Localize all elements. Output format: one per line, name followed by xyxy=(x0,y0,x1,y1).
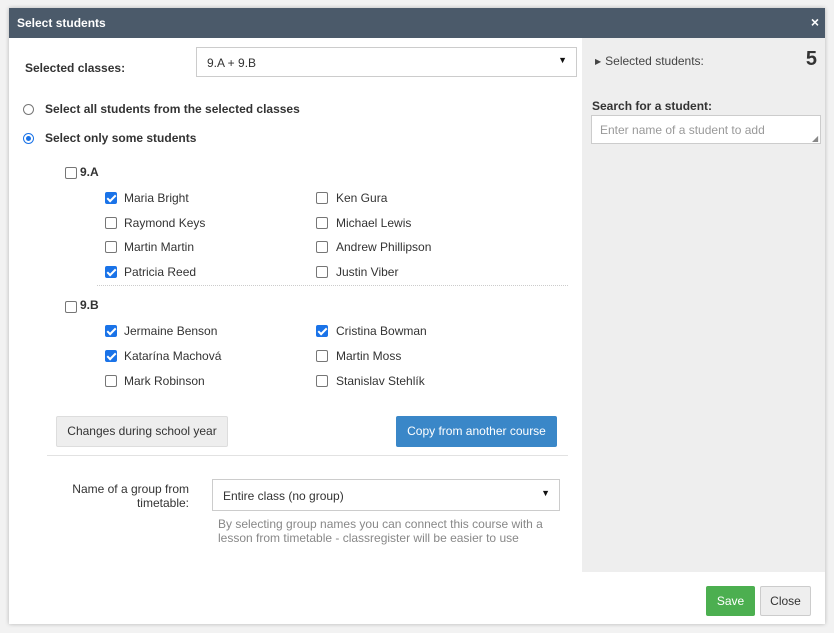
caret-down-icon: ▼ xyxy=(558,55,567,65)
select-all-label: Select all students from the selected cl… xyxy=(45,102,300,116)
class-label-9b: 9.B xyxy=(80,298,99,312)
student-label: Justin Viber xyxy=(336,265,399,279)
student-checkbox[interactable] xyxy=(105,217,117,229)
student-checkbox[interactable] xyxy=(316,325,328,337)
student-label: Andrew Phillipson xyxy=(336,240,432,254)
selected-classes-select[interactable]: 9.A + 9.B ▼ xyxy=(196,47,577,77)
student-checkbox[interactable] xyxy=(105,241,117,253)
student-label: Martin Moss xyxy=(336,349,402,363)
search-student-label: Search for a student: xyxy=(592,99,713,113)
class-divider xyxy=(97,285,568,286)
selected-classes-value: 9.A + 9.B xyxy=(207,56,257,70)
selected-students-label: Selected students: xyxy=(605,54,704,68)
selected-students-toggle[interactable]: ▶ Selected students: xyxy=(595,54,704,68)
student-label: Katarína Machová xyxy=(124,349,222,363)
student-checkbox[interactable] xyxy=(105,375,117,387)
selected-classes-label: Selected classes: xyxy=(25,61,126,75)
select-some-radio[interactable] xyxy=(23,133,34,144)
select-students-dialog: Select students × Selected classes: 9.A … xyxy=(9,8,825,624)
student-checkbox[interactable] xyxy=(105,325,117,337)
student-checkbox[interactable] xyxy=(105,192,117,204)
student-label: Ken Gura xyxy=(336,191,388,205)
group-name-value: Entire class (no group) xyxy=(223,489,344,503)
student-checkbox[interactable] xyxy=(316,192,328,204)
changes-during-school-year-button[interactable]: Changes during school year xyxy=(56,416,228,447)
select-all-radio[interactable] xyxy=(23,104,34,115)
dialog-titlebar: Select students × xyxy=(9,8,825,38)
group-hint-text: By selecting group names you can connect… xyxy=(218,517,543,545)
caret-down-icon: ▼ xyxy=(541,488,550,498)
student-checkbox[interactable] xyxy=(316,350,328,362)
student-label: Mark Robinson xyxy=(124,374,205,388)
class-checkbox-9b[interactable] xyxy=(65,301,77,313)
triangle-right-icon: ▶ xyxy=(595,57,602,66)
group-name-label: Name of a group from timetable: xyxy=(72,482,189,510)
student-label: Maria Bright xyxy=(124,191,189,205)
student-checkbox[interactable] xyxy=(316,266,328,278)
student-label: Michael Lewis xyxy=(336,216,412,230)
copy-from-another-course-button[interactable]: Copy from another course xyxy=(396,416,557,447)
student-label: Raymond Keys xyxy=(124,216,206,230)
section-divider xyxy=(47,455,568,456)
class-checkbox-9a[interactable] xyxy=(65,167,77,179)
save-button[interactable]: Save xyxy=(706,586,755,616)
close-button[interactable]: Close xyxy=(760,586,811,616)
close-icon[interactable]: × xyxy=(811,14,819,30)
student-label: Cristina Bowman xyxy=(336,324,427,338)
dialog-title: Select students xyxy=(17,16,106,30)
student-checkbox[interactable] xyxy=(105,266,117,278)
selected-students-count: 5 xyxy=(805,48,817,70)
select-some-label: Select only some students xyxy=(45,131,197,145)
student-checkbox[interactable] xyxy=(316,241,328,253)
student-label: Patricia Reed xyxy=(124,265,197,279)
student-checkbox[interactable] xyxy=(316,375,328,387)
student-label: Martin Martin xyxy=(124,240,195,254)
selected-students-panel: ▶ Selected students: 5 Search for a stude… xyxy=(582,38,825,572)
resize-grip-icon[interactable]: ◢ xyxy=(812,134,818,143)
class-label-9a: 9.A xyxy=(80,165,99,179)
group-name-select[interactable]: Entire class (no group) ▼ xyxy=(212,479,560,511)
student-label: Stanislav Stehlík xyxy=(336,374,425,388)
student-checkbox[interactable] xyxy=(105,350,117,362)
student-label: Jermaine Benson xyxy=(124,324,218,338)
search-student-input[interactable] xyxy=(591,115,821,144)
student-checkbox[interactable] xyxy=(316,217,328,229)
